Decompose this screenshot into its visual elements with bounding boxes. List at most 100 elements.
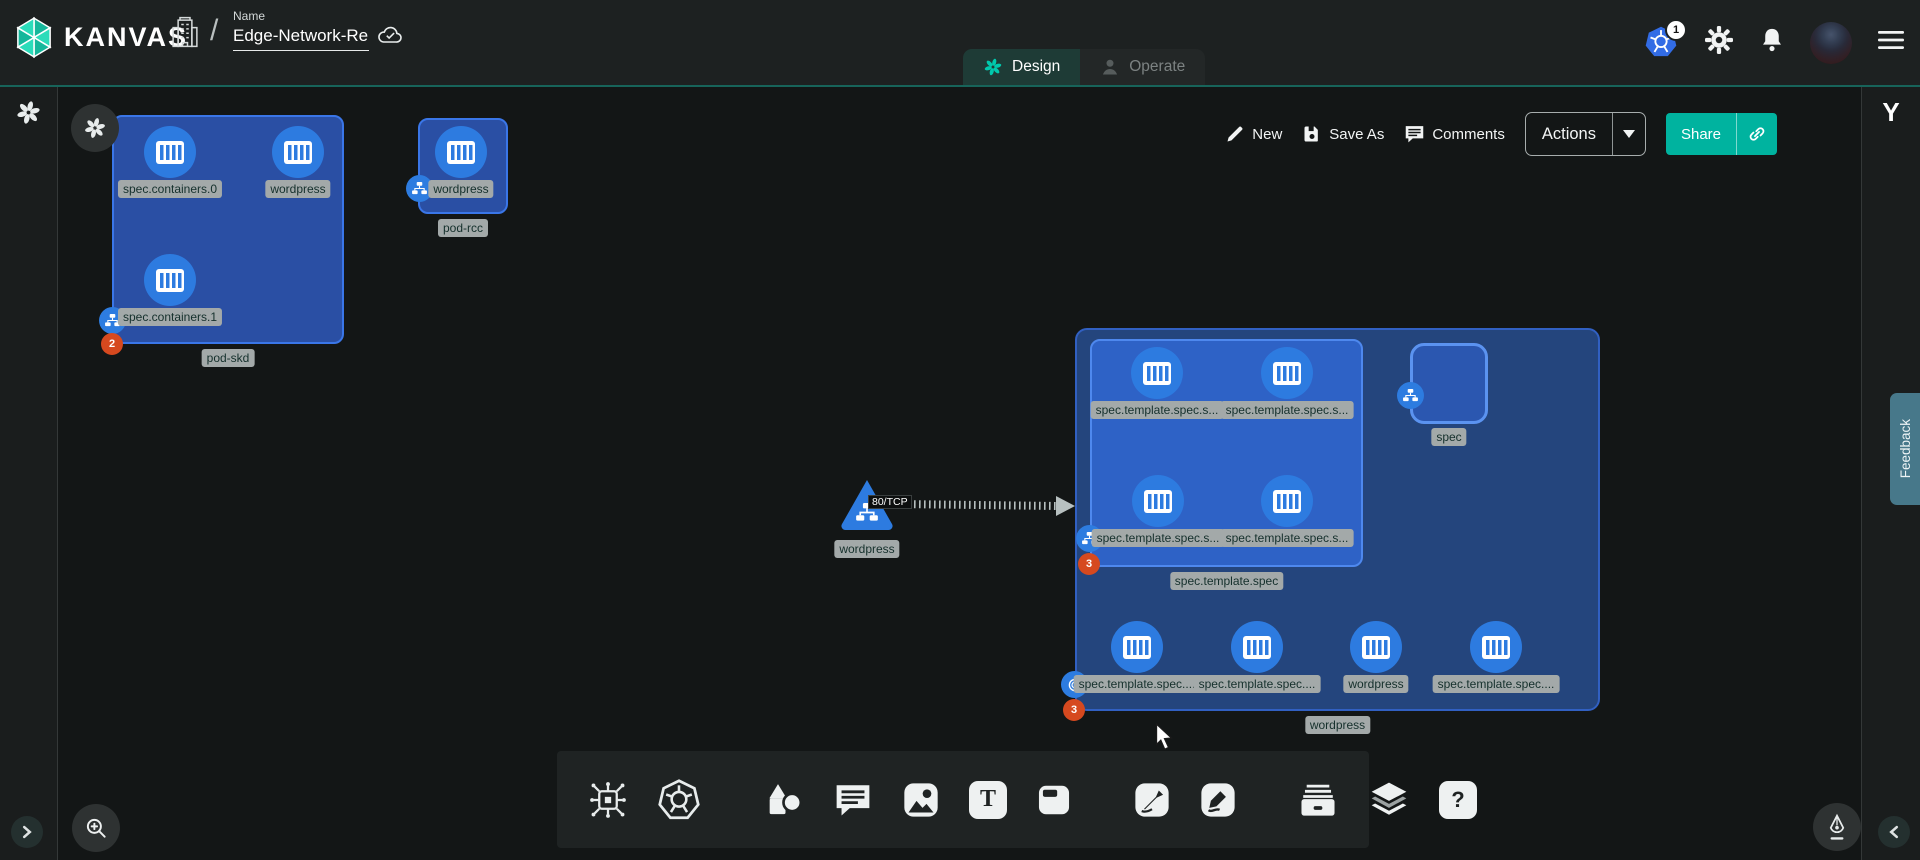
comment-tool[interactable] [833,782,873,818]
kanvas-hexagon-icon [14,16,54,59]
help-glyph: ? [1451,787,1464,813]
zoom-search-button[interactable] [72,804,120,852]
layers-icon [1367,779,1411,821]
tab-design-label: Design [1012,58,1060,76]
chevron-left-icon [1887,825,1901,839]
node-label: spec.template.spec.... [1074,675,1201,693]
drawer-tool[interactable] [1297,780,1339,820]
expand-left-panel-button[interactable] [11,816,43,848]
container-icon [1470,621,1522,673]
k8s-context-button[interactable]: 1 [1644,25,1680,61]
design-action-bar: New Save As Comments Actions Share [1225,112,1777,156]
node-label: spec.template.spec.... [1433,675,1560,693]
freehand-tool[interactable] [1199,781,1237,819]
container-icon [144,254,196,306]
feedback-tab[interactable]: Feedback [1890,393,1920,505]
help-tool[interactable]: ? [1439,781,1477,819]
copy-link-button[interactable] [1736,113,1777,155]
layers-tool[interactable] [1367,779,1411,821]
drawing-tools-group [1103,751,1267,848]
design-spiral-icon [983,57,1003,77]
expand-right-panel-button[interactable] [1878,816,1910,848]
k8s-context-count: 1 [1665,19,1687,41]
chevron-right-icon [20,825,34,839]
actions-dropdown-button[interactable] [1612,113,1645,155]
pen-tool[interactable] [1133,781,1171,819]
canvas-settings-widget[interactable] [71,104,119,152]
pod-type-badge[interactable] [1397,382,1424,409]
yaml-panel-icon[interactable]: Y [1862,97,1920,128]
save-as-button[interactable]: Save As [1302,124,1384,144]
container-icon [144,126,196,178]
settings-button[interactable] [1704,25,1734,60]
group-label: pod-rcc [438,219,488,237]
hierarchy-icon [1403,389,1418,402]
save-icon [1302,124,1322,144]
shapes-tool[interactable] [761,780,805,820]
left-rail [0,87,58,860]
meshery-spiral-icon[interactable] [15,99,42,131]
node-label: wordpress [428,180,493,198]
canvas-toolbar: T ? [557,751,1369,848]
edge-port-label: 80/TCP [868,495,912,509]
node-label: spec.template.spec.s... [1221,529,1354,547]
container-icon [1131,347,1183,399]
node-label: wordpress [834,540,899,558]
comment-icon [1404,124,1425,144]
group-label: wordpress [1305,716,1370,734]
pencil-icon [1225,124,1245,144]
share-button[interactable]: Share [1666,113,1736,155]
actions-button[interactable]: Actions [1526,113,1612,155]
top-bar: KANVAS / Name Design Operate 1 [0,0,1920,87]
menu-button[interactable] [1876,28,1906,57]
kanvas-logo[interactable]: KANVAS [14,16,188,59]
text-tool[interactable]: T [969,781,1007,819]
node-label: spec.template.spec.s... [1091,401,1224,419]
link-icon [1747,124,1767,144]
board-tool[interactable] [1035,781,1073,819]
share-split-button: Share [1666,113,1777,155]
container-icon [272,126,324,178]
hamburger-icon [1876,28,1906,52]
user-avatar[interactable] [1810,22,1852,64]
container-icon [1350,621,1402,673]
components-tool[interactable] [587,779,629,821]
new-button-label: New [1252,126,1282,143]
comment-lines-icon [833,782,873,818]
organization-icon[interactable] [170,14,200,55]
shapes-icon [761,780,805,820]
container-icon [1261,475,1313,527]
tab-operate[interactable]: Operate [1080,49,1205,85]
new-button[interactable]: New [1225,124,1282,144]
comments-button[interactable]: Comments [1404,124,1505,144]
kubernetes-tool[interactable] [657,778,701,822]
design-tools-button[interactable] [1813,803,1861,851]
tab-operate-label: Operate [1129,58,1185,76]
image-icon [901,780,941,820]
node-label: spec.containers.0 [118,180,222,198]
kanvas-app: 2 pod-skd spec.containers.0 wordpress sp… [0,0,1920,860]
notifications-button[interactable] [1758,26,1786,59]
count-badge[interactable]: 3 [1078,553,1100,575]
design-name-field: Name [233,9,369,51]
node-spec[interactable]: spec [1410,343,1488,424]
node-label: spec [1431,428,1466,446]
text-tool-glyph: T [980,786,996,813]
hierarchy-icon [412,182,427,195]
bell-icon [1758,26,1786,54]
container-icon [1111,621,1163,673]
count-badge[interactable]: 3 [1063,699,1085,721]
container-icon [1261,347,1313,399]
image-tool[interactable] [901,780,941,820]
board-tab-icon [1035,781,1073,819]
design-name-input[interactable] [233,26,369,51]
group-label: spec.template.spec [1170,572,1283,590]
chip-icon [587,779,629,821]
operate-person-icon [1100,57,1120,77]
node-label: spec.containers.1 [118,308,222,326]
gear-icon [1704,25,1734,55]
count-badge[interactable]: 2 [101,333,123,355]
tab-design[interactable]: Design [963,49,1080,85]
container-icon [1231,621,1283,673]
container-icon [1132,475,1184,527]
